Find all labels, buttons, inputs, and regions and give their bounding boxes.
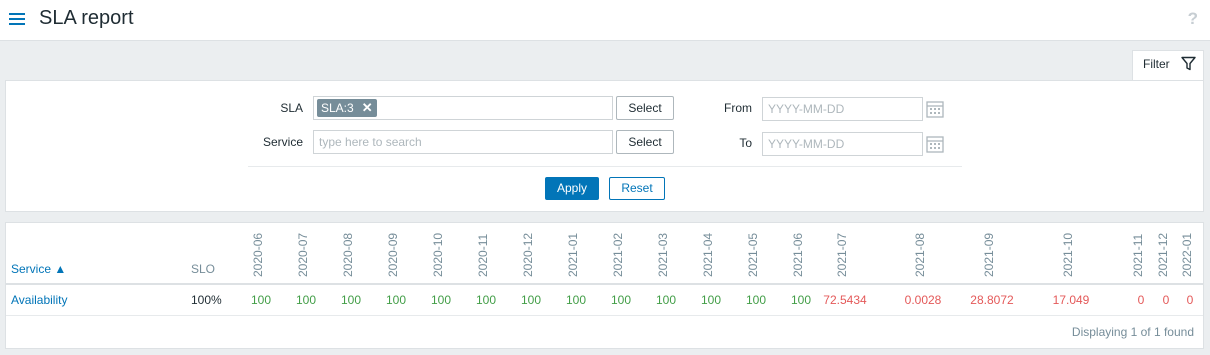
calendar-icon[interactable] bbox=[926, 100, 944, 118]
sla-chip: SLA:3 ✕ bbox=[317, 99, 377, 117]
period-label: 2022-01 bbox=[1180, 232, 1194, 277]
period-label: 2020-06 bbox=[251, 232, 265, 277]
period-label: 2020-12 bbox=[521, 232, 535, 277]
page-title: SLA report bbox=[39, 7, 134, 29]
calendar-icon[interactable] bbox=[926, 135, 944, 153]
period-column-header: 2021-01 bbox=[566, 227, 583, 277]
period-column-header: 2021-06 bbox=[791, 227, 808, 277]
period-label: 2021-12 bbox=[1156, 232, 1170, 277]
hamburger-menu-icon[interactable] bbox=[9, 13, 25, 26]
to-label: To bbox=[739, 136, 752, 150]
to-date-input[interactable] bbox=[762, 132, 923, 156]
sla-chip-label: SLA:3 bbox=[321, 101, 354, 115]
sli-value: 0 bbox=[1186, 293, 1194, 307]
apply-button[interactable]: Apply bbox=[545, 177, 599, 200]
sla-label: SLA bbox=[280, 101, 303, 115]
sli-value: 28.8072 bbox=[970, 293, 1014, 307]
period-label: 2021-05 bbox=[746, 232, 760, 277]
period-column-header: 2020-12 bbox=[521, 227, 538, 277]
period-label: 2021-04 bbox=[701, 232, 715, 277]
service-link[interactable]: Availability bbox=[11, 293, 67, 307]
sli-value: 0.0028 bbox=[904, 293, 942, 307]
period-label: 2021-01 bbox=[566, 232, 580, 277]
table-footer-count: Displaying 1 of 1 found bbox=[1071, 325, 1194, 339]
period-label: 2021-07 bbox=[835, 232, 849, 277]
filter-tab[interactable]: Filter bbox=[1132, 50, 1204, 81]
period-label: 2021-02 bbox=[611, 232, 625, 277]
period-column-header: 2021-10 bbox=[1061, 227, 1078, 277]
period-column-header: 2020-08 bbox=[341, 227, 358, 277]
period-column-header: 2021-12 bbox=[1156, 227, 1173, 277]
period-column-header: 2020-10 bbox=[431, 227, 448, 277]
period-label: 2020-08 bbox=[341, 232, 355, 277]
sli-value: 17.049 bbox=[1052, 293, 1090, 307]
period-column-header: 2021-07 bbox=[835, 227, 852, 277]
period-column-header: 2020-07 bbox=[296, 227, 313, 277]
period-column-header: 2020-06 bbox=[251, 227, 268, 277]
period-label: 2020-07 bbox=[296, 232, 310, 277]
sla-multiselect[interactable]: SLA:3 ✕ bbox=[313, 96, 613, 120]
slo-column-header: SLO bbox=[191, 262, 216, 276]
service-select-button[interactable]: Select bbox=[616, 130, 674, 154]
table-header-divider bbox=[6, 283, 1203, 285]
slo-value: 100% bbox=[191, 293, 222, 307]
period-column-header: 2021-03 bbox=[656, 227, 673, 277]
period-column-header: 2021-08 bbox=[913, 227, 930, 277]
period-label: 2021-10 bbox=[1061, 232, 1075, 277]
period-label: 2021-11 bbox=[1131, 233, 1145, 277]
sla-select-button[interactable]: Select bbox=[616, 96, 674, 120]
period-label: 2020-11 bbox=[476, 233, 490, 277]
period-column-header: 2021-11 bbox=[1131, 227, 1148, 277]
from-label: From bbox=[724, 101, 752, 115]
period-label: 2021-08 bbox=[913, 232, 927, 277]
period-label: 2020-09 bbox=[386, 232, 400, 277]
filter-tab-label: Filter bbox=[1143, 57, 1170, 71]
sla-table-panel bbox=[5, 222, 1204, 349]
reset-button[interactable]: Reset bbox=[609, 177, 665, 200]
period-column-header: 2020-11 bbox=[476, 227, 493, 277]
period-column-header: 2022-01 bbox=[1180, 227, 1197, 277]
remove-chip-icon[interactable]: ✕ bbox=[362, 99, 373, 117]
period-label: 2020-10 bbox=[431, 232, 445, 277]
table-row-divider bbox=[6, 315, 1203, 316]
from-date-input[interactable] bbox=[762, 97, 923, 121]
filter-divider bbox=[248, 166, 962, 167]
service-column-header[interactable]: Service ▲ bbox=[11, 262, 66, 276]
service-search-input[interactable] bbox=[313, 130, 613, 154]
period-column-header: 2021-05 bbox=[746, 227, 763, 277]
help-icon[interactable]: ? bbox=[1188, 9, 1198, 29]
period-label: 2021-06 bbox=[791, 232, 805, 277]
period-column-header: 2021-02 bbox=[611, 227, 628, 277]
sli-value: 72.5434 bbox=[823, 293, 867, 307]
funnel-icon bbox=[1181, 56, 1196, 71]
period-column-header: 2021-09 bbox=[982, 227, 999, 277]
page-header: SLA report ? bbox=[0, 0, 1210, 41]
period-label: 2021-03 bbox=[656, 232, 670, 277]
service-label: Service bbox=[262, 135, 303, 149]
period-column-header: 2020-09 bbox=[386, 227, 403, 277]
period-column-header: 2021-04 bbox=[701, 227, 718, 277]
period-label: 2021-09 bbox=[982, 232, 996, 277]
